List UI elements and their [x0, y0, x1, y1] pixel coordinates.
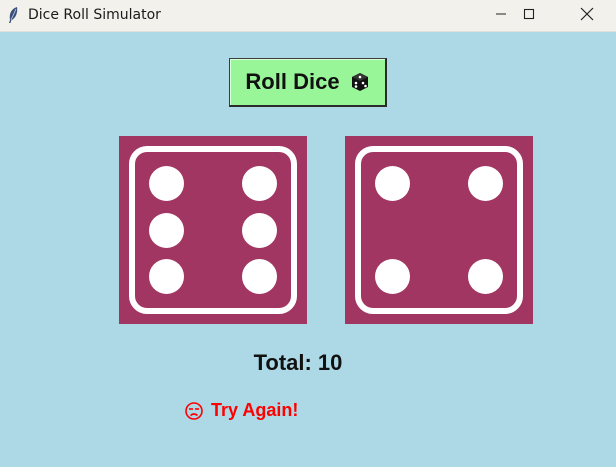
maximize-button[interactable]: [506, 0, 552, 32]
close-icon: [580, 7, 594, 26]
die-pip: [375, 259, 410, 294]
total-label: Total: 10: [253, 350, 343, 375]
result-message: Try Again!: [185, 400, 298, 421]
maximize-icon: [523, 7, 535, 25]
die-pip: [149, 212, 184, 248]
close-button[interactable]: [564, 0, 610, 32]
die-pip: [242, 166, 277, 201]
die-pip: [375, 166, 410, 201]
die-left: [119, 136, 307, 324]
title-bar[interactable]: Dice Roll Simulator: [0, 0, 616, 32]
die-pip: [149, 166, 184, 201]
die-pip: [468, 166, 503, 201]
die-pip: [242, 212, 277, 248]
die-pip: [242, 259, 277, 294]
window-title: Dice Roll Simulator: [28, 7, 161, 23]
die-pip: [149, 259, 184, 294]
roll-dice-label: Roll Dice: [245, 69, 340, 94]
sad-face-icon: [185, 401, 203, 420]
roll-dice-button[interactable]: Roll Dice: [229, 58, 387, 107]
die-pip: [468, 259, 503, 294]
feather-icon: [7, 6, 19, 24]
die-right: [345, 136, 533, 324]
result-text: Try Again!: [211, 400, 299, 420]
app-window: Dice Roll Simulator Roll Dice Total: 10 …: [0, 0, 616, 467]
dice-icon: [350, 72, 370, 92]
